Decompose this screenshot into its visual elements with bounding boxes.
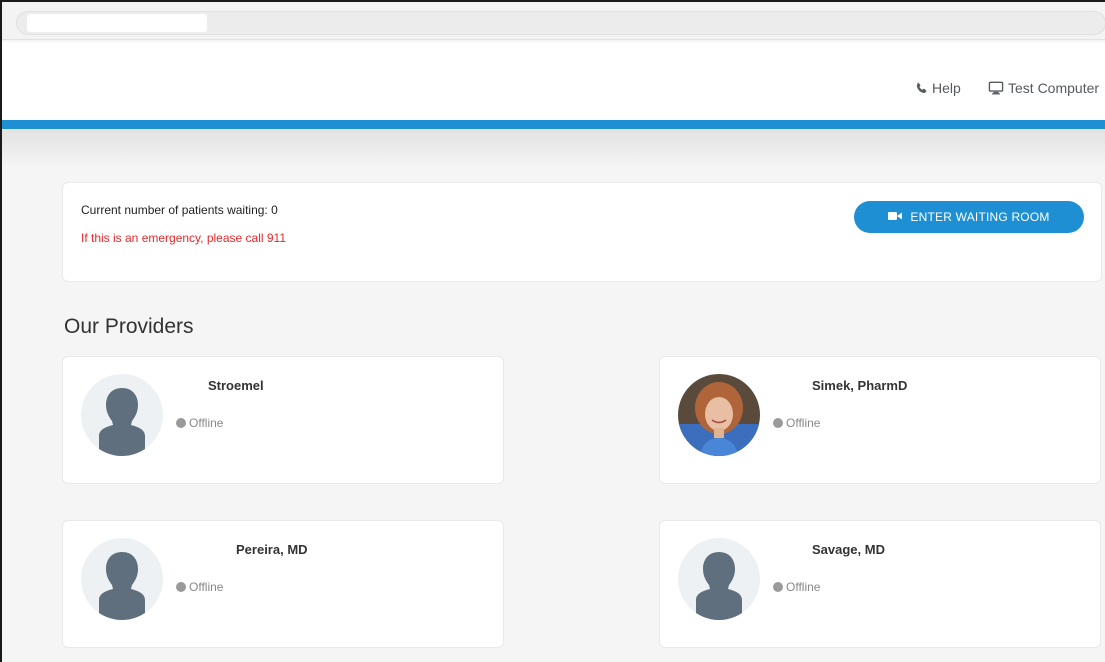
status-label: Offline [189,580,224,594]
provider-name[interactable]: Simek, PharmD [812,378,907,393]
patients-waiting-count: Current number of patients waiting: 0 [81,203,278,217]
monitor-icon [988,81,1004,95]
emergency-notice: If this is an emergency, please call 911 [81,231,286,245]
provider-card[interactable]: Savage, MD Offline [659,520,1101,648]
header-accent-bar [2,120,1105,129]
address-bar[interactable] [16,11,1105,35]
provider-name[interactable]: Savage, MD [812,542,885,557]
provider-photo [678,374,760,456]
provider-status: Offline [773,416,820,430]
test-computer-label: Test Computer [1008,80,1100,96]
providers-heading: Our Providers [64,315,194,338]
placeholder-avatar [81,538,163,620]
waiting-room-card: Current number of patients waiting: 0 If… [62,182,1102,282]
help-label: Help [932,80,961,96]
person-silhouette-icon [99,552,145,620]
enter-waiting-room-button[interactable]: ENTER WAITING ROOM [854,201,1084,233]
placeholder-avatar [81,374,163,456]
phone-icon [915,82,928,95]
photo-avatar [678,374,760,456]
status-label: Offline [189,416,224,430]
provider-card[interactable]: Pereira, MD Offline [62,520,504,648]
status-dot-icon [176,418,186,428]
provider-status: Offline [773,580,820,594]
video-camera-icon [888,210,903,224]
status-label: Offline [786,580,821,594]
person-silhouette-icon [696,552,742,620]
test-computer-link[interactable]: Test Computer [988,80,1099,96]
status-dot-icon [773,418,783,428]
header-shadow [2,129,1105,167]
provider-card[interactable]: Simek, PharmD Offline [659,356,1101,484]
provider-name[interactable]: Stroemel [208,378,264,393]
provider-name[interactable]: Pereira, MD [236,542,308,557]
browser-toolbar [2,2,1105,40]
app-frame: Help Test Computer Current number of pat… [0,0,1105,662]
status-dot-icon [176,582,186,592]
provider-status: Offline [176,580,223,594]
person-silhouette-icon [99,388,145,456]
provider-status: Offline [176,416,223,430]
status-dot-icon [773,582,783,592]
placeholder-avatar [678,538,760,620]
help-link[interactable]: Help [915,80,961,96]
site-header: Help Test Computer [2,42,1105,120]
redacted-url [27,14,207,32]
enter-waiting-room-label: ENTER WAITING ROOM [910,210,1050,224]
status-label: Offline [786,416,821,430]
provider-card[interactable]: Stroemel Offline [62,356,504,484]
